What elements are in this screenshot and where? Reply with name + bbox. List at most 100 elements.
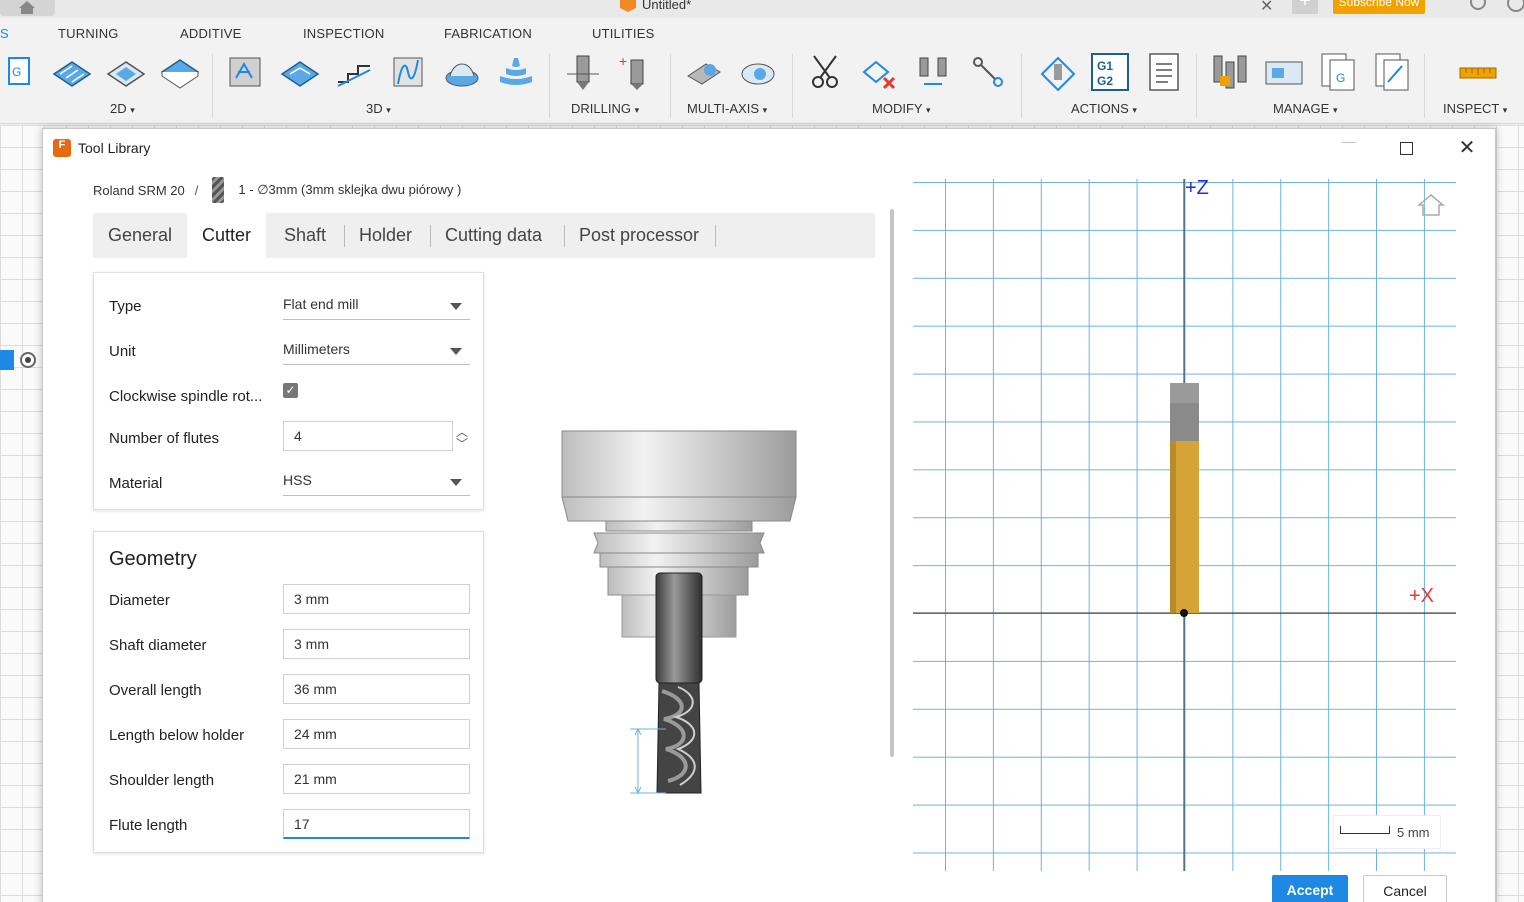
scale-indicator: 5 mm bbox=[1333, 815, 1441, 849]
tab-shaft[interactable]: Shaft bbox=[269, 213, 341, 258]
tab-cutting-data[interactable]: Cutting data bbox=[430, 213, 557, 258]
contour-icon[interactable] bbox=[496, 52, 536, 92]
group-manage[interactable]: MANAGE ▾ bbox=[1273, 101, 1338, 116]
group-2d-label: 2D bbox=[110, 101, 127, 116]
new-tab-button[interactable]: + bbox=[1292, 0, 1318, 14]
template-library-icon[interactable]: G bbox=[1318, 52, 1358, 92]
tool-section-shade bbox=[1170, 441, 1176, 613]
group-3d[interactable]: 3D ▾ bbox=[366, 101, 391, 116]
close-icon[interactable]: ✕ bbox=[1457, 136, 1477, 160]
caret-down-icon: ▾ bbox=[130, 105, 135, 115]
pocket-clearing-icon[interactable] bbox=[280, 52, 320, 92]
home-view-icon[interactable] bbox=[1417, 193, 1445, 217]
dialog-title-bar[interactable]: F Tool Library — ✕ bbox=[43, 129, 1495, 167]
clockwise-label: Clockwise spindle rot... bbox=[109, 388, 263, 405]
tool-compare-icon[interactable] bbox=[914, 52, 954, 92]
ribbon-tab-utilities[interactable]: UTILITIES bbox=[592, 26, 654, 41]
unit-select[interactable]: Millimeters bbox=[283, 338, 470, 365]
ribbon-tab-additive[interactable]: ADDITIVE bbox=[180, 26, 242, 41]
simulate-icon[interactable] bbox=[1038, 52, 1078, 92]
subscribe-button[interactable]: Subscribe Now bbox=[1333, 0, 1425, 14]
material-value: HSS bbox=[283, 472, 312, 488]
group-multi-axis[interactable]: MULTI-AXIS ▾ bbox=[687, 101, 767, 116]
profile-icon[interactable] bbox=[1507, 0, 1524, 12]
svg-text:+: + bbox=[619, 53, 627, 69]
minimize-icon[interactable]: — bbox=[1339, 133, 1359, 153]
breadcrumb-library[interactable]: Roland SRM 20 bbox=[93, 183, 185, 198]
3d-adaptive-icon[interactable] bbox=[226, 52, 266, 92]
hole-recognition-icon[interactable]: + bbox=[617, 52, 657, 92]
ribbon-tab-active[interactable]: S bbox=[0, 26, 9, 41]
maximize-icon[interactable] bbox=[1400, 142, 1413, 155]
scallop-icon[interactable] bbox=[442, 52, 482, 92]
ribbon-tab-fabrication[interactable]: FABRICATION bbox=[444, 26, 532, 41]
parallel-icon[interactable] bbox=[388, 52, 428, 92]
diameter-input[interactable]: 3 mm bbox=[283, 584, 470, 614]
settings-scrollbar[interactable] bbox=[890, 209, 894, 757]
accept-button[interactable]: Accept bbox=[1272, 875, 1348, 902]
group-drilling[interactable]: DRILLING ▾ bbox=[571, 101, 639, 116]
material-select[interactable]: HSS bbox=[283, 469, 470, 496]
length-below-holder-label: Length below holder bbox=[109, 727, 245, 744]
overall-length-input[interactable]: 36 mm bbox=[283, 674, 470, 704]
group-2d[interactable]: 2D ▾ bbox=[110, 101, 135, 116]
clockwise-checkbox[interactable]: ✓ bbox=[283, 383, 298, 398]
group-manage-label: MANAGE bbox=[1273, 101, 1330, 116]
stepper-down-icon[interactable]: ﹀ bbox=[456, 435, 468, 452]
ribbon-separator bbox=[212, 54, 213, 118]
type-value: Flat end mill bbox=[283, 296, 359, 312]
face-icon[interactable] bbox=[160, 52, 200, 92]
tool-preview-viewport[interactable]: +Z +X 5 mm bbox=[913, 177, 1456, 871]
setup-icon[interactable]: G bbox=[0, 52, 40, 92]
background-control[interactable] bbox=[0, 350, 14, 370]
tool-library-icon[interactable] bbox=[1210, 52, 1250, 92]
machine-library-icon[interactable] bbox=[1264, 52, 1304, 92]
background-radio[interactable] bbox=[20, 352, 36, 368]
group-actions-label: ACTIONS bbox=[1071, 101, 1129, 116]
2d-adaptive-icon[interactable] bbox=[52, 52, 92, 92]
measure-icon[interactable] bbox=[1458, 52, 1498, 92]
flutes-input[interactable]: 4 bbox=[283, 421, 453, 451]
group-modify[interactable]: MODIFY ▾ bbox=[872, 101, 930, 116]
group-inspect[interactable]: INSPECT ▾ bbox=[1443, 101, 1507, 116]
post-process-icon[interactable]: G1G2 bbox=[1090, 52, 1130, 92]
end-mill-flutes bbox=[656, 682, 702, 794]
ribbon-separator bbox=[1196, 54, 1197, 118]
steep-shallow-icon[interactable] bbox=[334, 52, 374, 92]
cancel-button[interactable]: Cancel bbox=[1363, 875, 1447, 902]
type-select[interactable]: Flat end mill bbox=[283, 293, 470, 320]
shoulder-length-input[interactable]: 21 mm bbox=[283, 764, 470, 794]
ribbon-tab-turning[interactable]: TURNING bbox=[58, 26, 119, 41]
breadcrumb: Roland SRM 20 / 1 - ∅3mm (3mm sklejka dw… bbox=[93, 177, 461, 203]
setup-sheet-icon[interactable] bbox=[1144, 52, 1184, 92]
tab-general[interactable]: General bbox=[93, 213, 187, 258]
group-actions[interactable]: ACTIONS ▾ bbox=[1071, 101, 1137, 116]
flute-length-input[interactable]: 17 bbox=[283, 809, 470, 839]
ribbon-separator bbox=[549, 54, 550, 118]
group-inspect-label: INSPECT bbox=[1443, 101, 1500, 116]
delete-toolpath-icon[interactable] bbox=[860, 52, 900, 92]
type-label: Type bbox=[109, 298, 142, 315]
2d-pocket-icon[interactable] bbox=[106, 52, 146, 92]
scale-label: 5 mm bbox=[1397, 825, 1430, 840]
drill-icon[interactable] bbox=[563, 52, 603, 92]
ribbon-tab-inspection[interactable]: INSPECTION bbox=[303, 26, 384, 41]
tab-cutter[interactable]: Cutter bbox=[187, 213, 267, 258]
sync-icon[interactable] bbox=[1470, 0, 1486, 10]
rotary-icon[interactable] bbox=[738, 52, 778, 92]
home-button[interactable] bbox=[0, 0, 55, 16]
close-document-icon[interactable]: ✕ bbox=[1260, 0, 1273, 16]
ribbon-toolbar: S TURNING ADDITIVE INSPECTION FABRICATIO… bbox=[0, 18, 1524, 124]
scissors-icon[interactable] bbox=[806, 52, 846, 92]
group-modify-label: MODIFY bbox=[872, 101, 923, 116]
document-title-text: Untitled* bbox=[642, 0, 692, 12]
shaft-diameter-input[interactable]: 3 mm bbox=[283, 629, 470, 659]
swarf-icon[interactable] bbox=[684, 52, 724, 92]
tab-post-processor[interactable]: Post processor bbox=[564, 213, 714, 258]
transform-icon[interactable] bbox=[968, 52, 1008, 92]
shoulder-length-label: Shoulder length bbox=[109, 772, 215, 789]
length-below-holder-input[interactable]: 24 mm bbox=[283, 719, 470, 749]
tab-holder[interactable]: Holder bbox=[344, 213, 427, 258]
scale-bar bbox=[1340, 826, 1390, 834]
post-library-icon[interactable] bbox=[1372, 52, 1412, 92]
